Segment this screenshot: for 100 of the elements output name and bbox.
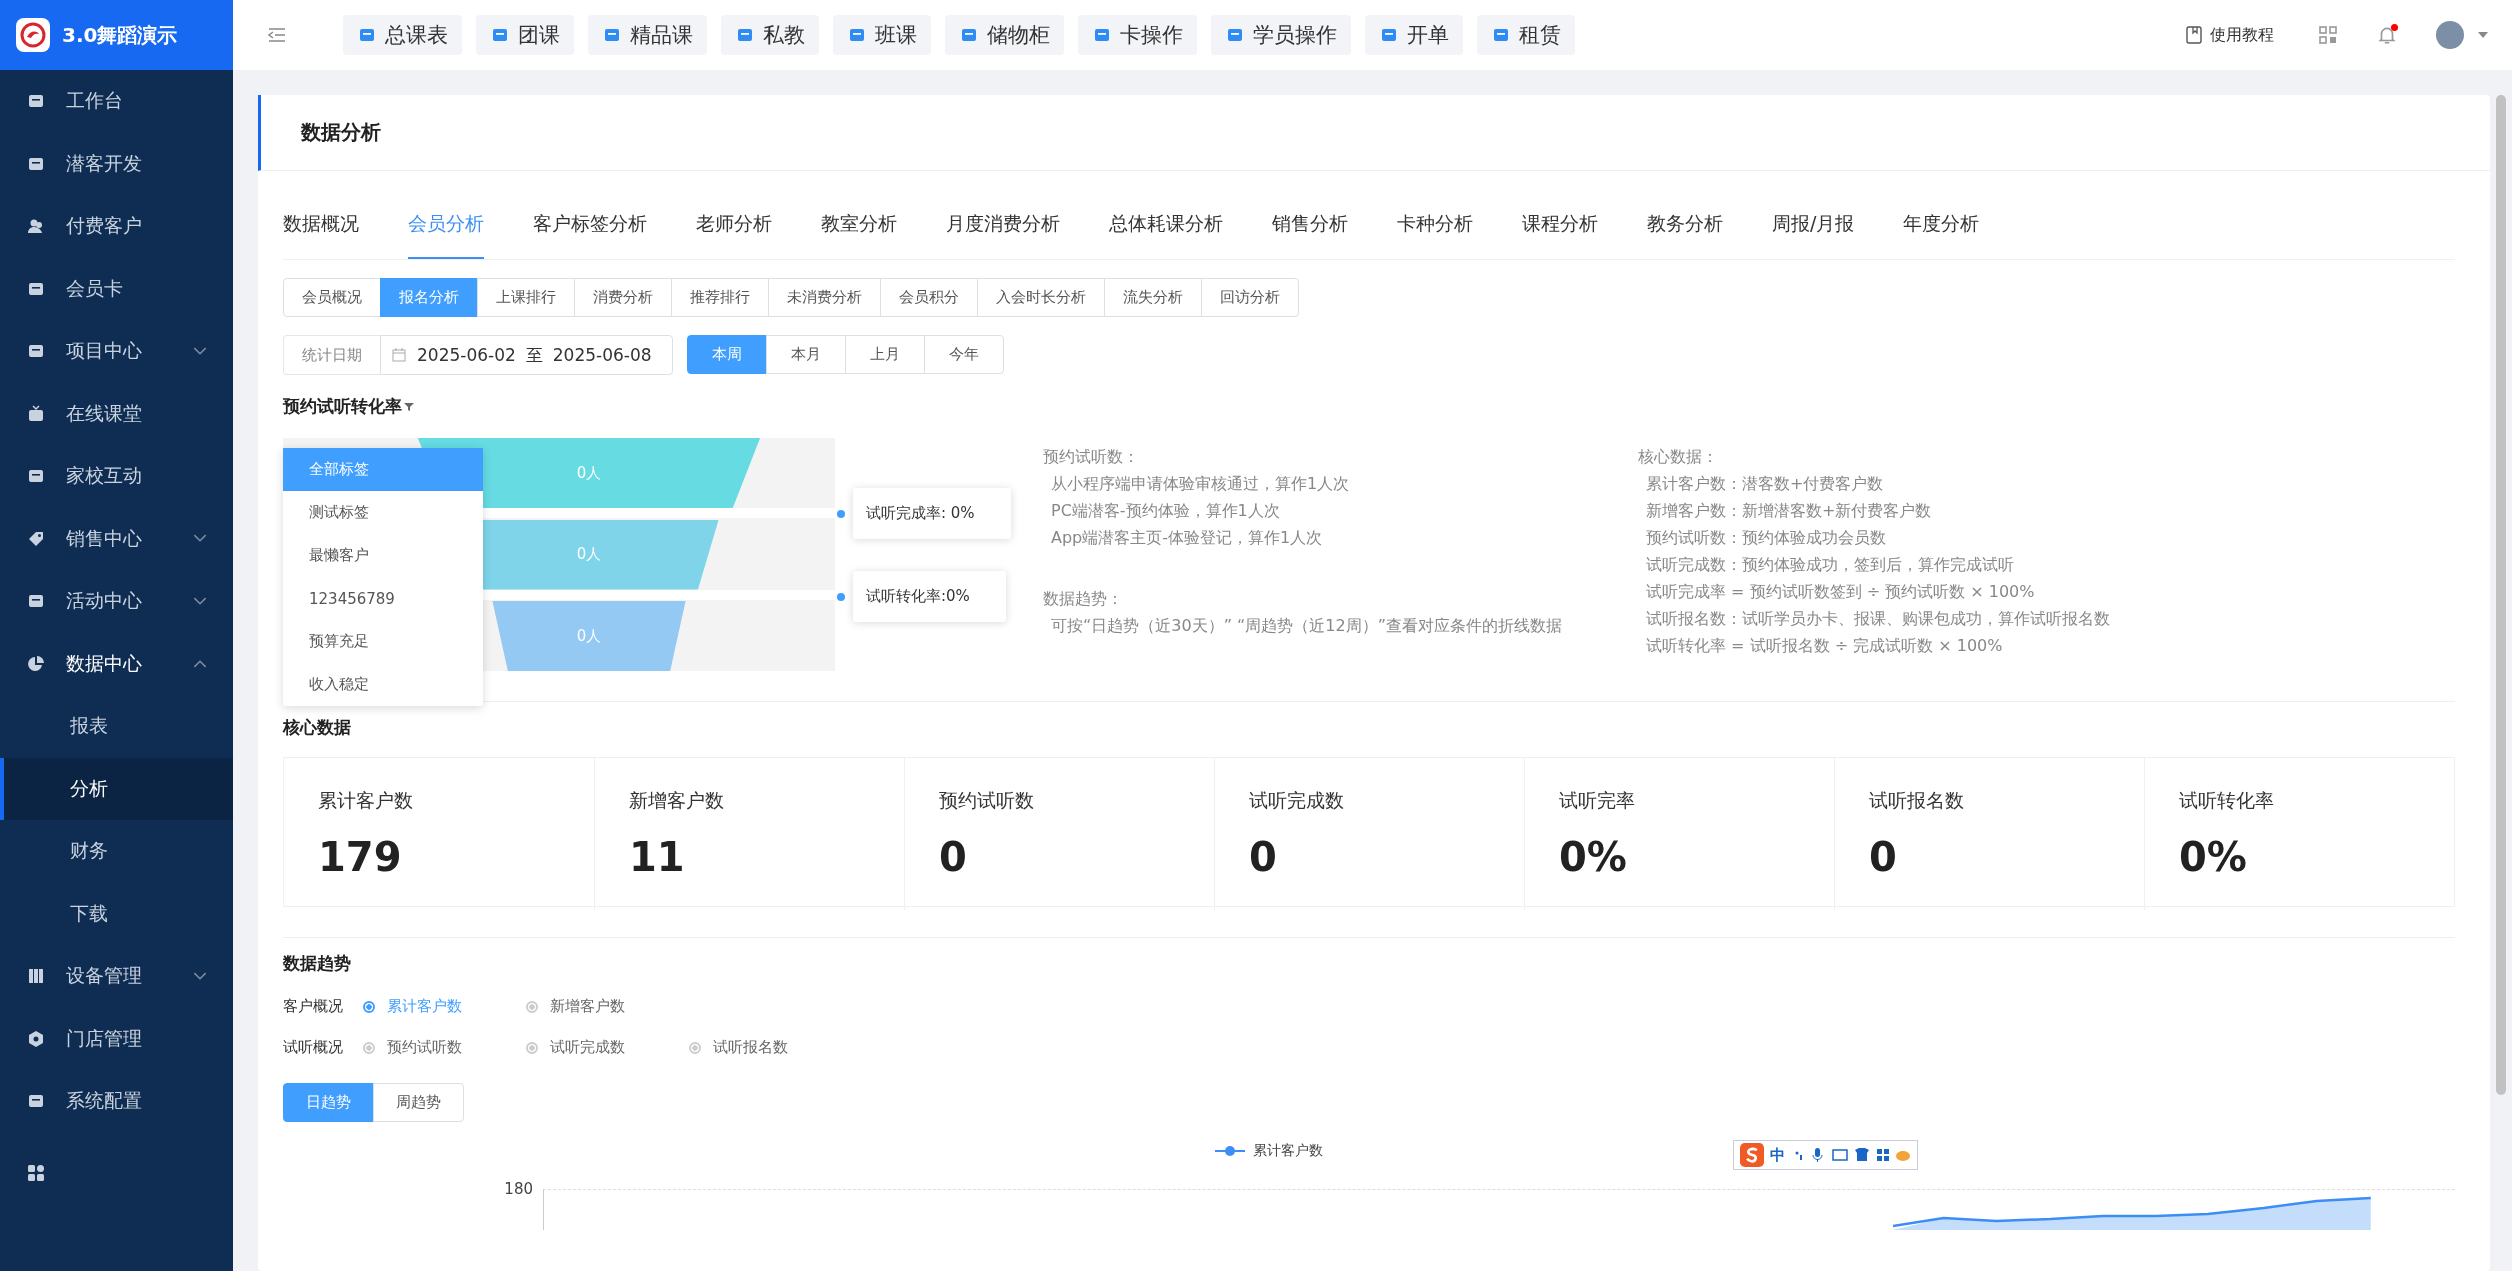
tab[interactable]: 卡种分析 bbox=[1397, 193, 1473, 259]
sidebar-item[interactable]: 潜客开发 bbox=[0, 132, 233, 195]
rate-callout: 试听完成率: 0% bbox=[853, 488, 1011, 539]
toolbar-button[interactable]: 卡操作 bbox=[1078, 15, 1197, 55]
sub-tab[interactable]: 回访分析 bbox=[1201, 278, 1299, 317]
range-button[interactable]: 本月 bbox=[765, 335, 846, 374]
tv-icon bbox=[26, 403, 46, 424]
logo-icon bbox=[16, 18, 50, 52]
sub-tab[interactable]: 上课排行 bbox=[477, 278, 575, 317]
sub-tab[interactable]: 入会时长分析 bbox=[977, 278, 1105, 317]
sub-tab[interactable]: 未消费分析 bbox=[768, 278, 881, 317]
range-button[interactable]: 上月 bbox=[844, 335, 925, 374]
sidebar-subitem[interactable]: 财务 bbox=[0, 820, 233, 883]
toolbar-button[interactable]: 班课 bbox=[833, 15, 931, 55]
sidebar-item[interactable]: 数据中心 bbox=[0, 632, 233, 695]
note-line: 可按“日趋势（近30天）” “周趋势（近12周）”查看对应条件的折线数据 bbox=[1043, 612, 1638, 639]
rate-callout: 试听转化率:0% bbox=[853, 571, 1006, 622]
toolbar-button[interactable]: 精品课 bbox=[588, 15, 707, 55]
toolbar-button[interactable]: 学员操作 bbox=[1211, 15, 1351, 55]
dropdown-option[interactable]: 收入稳定 bbox=[283, 663, 483, 706]
note-heading: 核心数据： bbox=[1638, 446, 1719, 468]
sidebar-item[interactable]: 会员卡 bbox=[0, 257, 233, 320]
sub-tab[interactable]: 会员概况 bbox=[283, 278, 381, 317]
toolbar-button[interactable]: 开单 bbox=[1365, 15, 1463, 55]
sub-tab[interactable]: 流失分析 bbox=[1104, 278, 1202, 317]
qr-code-icon[interactable] bbox=[2318, 25, 2338, 45]
sidebar-subitem[interactable]: 报表 bbox=[0, 695, 233, 758]
stat-label: 试听完成数 bbox=[1249, 788, 1345, 813]
sidebar-subitem[interactable]: 分析 bbox=[0, 757, 233, 820]
sub-tab[interactable]: 推荐排行 bbox=[671, 278, 769, 317]
ime-mode[interactable]: 中 bbox=[1770, 1145, 1785, 1165]
sidebar-item[interactable]: 设备管理 bbox=[0, 945, 233, 1008]
note-line: PC端潜客-预约体验，算作1人次 bbox=[1043, 497, 1638, 524]
tab[interactable]: 销售分析 bbox=[1272, 193, 1348, 259]
note-line: 试听转化率 = 试听报名数 ÷ 完成试听数 × 100% bbox=[1638, 632, 2110, 659]
brand-title: 3.0舞蹈演示 bbox=[62, 21, 178, 49]
sidebar-item[interactable]: 家校互动 bbox=[0, 445, 233, 508]
tab[interactable]: 课程分析 bbox=[1522, 193, 1598, 259]
stat-value: 0 bbox=[939, 834, 968, 880]
toolbar-button[interactable]: 团课 bbox=[476, 15, 574, 55]
tab[interactable]: 年度分析 bbox=[1903, 193, 1980, 259]
radio-option[interactable]: 预约试听数 bbox=[363, 1038, 462, 1057]
pie-chart-icon bbox=[26, 653, 46, 674]
tab[interactable]: 月度消费分析 bbox=[946, 193, 1060, 259]
collapse-menu-icon[interactable] bbox=[267, 27, 287, 43]
filter-icon[interactable] bbox=[404, 401, 414, 412]
sidebar-item[interactable]: 活动中心 bbox=[0, 570, 233, 633]
toolbar-button[interactable]: 私教 bbox=[721, 15, 819, 55]
toolbar-button[interactable]: 租赁 bbox=[1477, 15, 1575, 55]
sidebar-item[interactable]: 系统配置 bbox=[0, 1070, 233, 1133]
tab[interactable]: 教务分析 bbox=[1647, 193, 1723, 259]
date-range-field[interactable]: 2025-06-02 至 2025-06-08 bbox=[380, 335, 673, 375]
apps-icon[interactable] bbox=[26, 1162, 46, 1183]
note-line: 新增客户数：新增潜客数+新付费客户数 bbox=[1638, 497, 2110, 524]
note-line: 试听完成率 = 预约试听数签到 ÷ 预约试听数 × 100% bbox=[1638, 578, 2110, 605]
tab[interactable]: 总体耗课分析 bbox=[1109, 193, 1223, 259]
legend-line-icon bbox=[1215, 1145, 1245, 1157]
radio-option[interactable]: 试听报名数 bbox=[689, 1038, 788, 1057]
date-label: 统计日期 bbox=[283, 335, 380, 375]
sidebar-item[interactable]: 付费客户 bbox=[0, 195, 233, 258]
tutorial-link[interactable]: 使用教程 bbox=[2178, 23, 2280, 47]
sidebar-subitem[interactable]: 下载 bbox=[0, 882, 233, 945]
stat-value: 0% bbox=[1559, 834, 1628, 880]
axis-tick-label: 180 bbox=[503, 1180, 533, 1200]
sidebar-item[interactable]: 门店管理 bbox=[0, 1007, 233, 1070]
sidebar-item[interactable]: 在线课堂 bbox=[0, 382, 233, 445]
sidebar-item[interactable]: 工作台 bbox=[0, 70, 233, 133]
section-title: 核心数据 bbox=[283, 716, 352, 739]
calendar-icon bbox=[391, 347, 407, 363]
avatar[interactable] bbox=[2436, 21, 2464, 49]
caret-icon[interactable] bbox=[2478, 32, 2488, 38]
tab[interactable]: 客户标签分析 bbox=[533, 193, 647, 259]
stat-value: 179 bbox=[318, 834, 403, 880]
dropdown-option[interactable]: 预算充足 bbox=[283, 620, 483, 663]
tab[interactable]: 周报/月报 bbox=[1772, 193, 1855, 259]
radio-option[interactable]: 试听完成数 bbox=[526, 1038, 625, 1057]
note-heading: 数据趋势： bbox=[1043, 588, 1124, 610]
scrollbar[interactable] bbox=[2496, 95, 2506, 1095]
section-title: 数据趋势 bbox=[283, 952, 352, 975]
sidebar-item[interactable]: 项目中心 bbox=[0, 320, 233, 383]
stat-value: 0% bbox=[2179, 834, 2248, 880]
range-button[interactable]: 今年 bbox=[923, 335, 1004, 374]
toolbar-button[interactable]: 总课表 bbox=[343, 15, 462, 55]
funnel-stage: 0人 bbox=[492, 601, 686, 671]
sidebar-item[interactable]: 销售中心 bbox=[0, 507, 233, 570]
sub-tab[interactable]: 消费分析 bbox=[574, 278, 672, 317]
ime-logo-icon bbox=[1740, 1143, 1764, 1167]
stat-label: 试听转化率 bbox=[2179, 788, 2275, 813]
toolbar-button[interactable]: 储物柜 bbox=[945, 15, 1064, 55]
tab[interactable]: 老师分析 bbox=[696, 193, 772, 259]
stat-label: 试听完率 bbox=[1559, 788, 1636, 813]
tab[interactable]: 教室分析 bbox=[821, 193, 897, 259]
tab[interactable]: 数据概况 bbox=[283, 193, 359, 259]
radio-group-label: 客户概况 bbox=[283, 997, 343, 1016]
stat-label: 试听报名数 bbox=[1869, 788, 1965, 813]
stat-value: 0 bbox=[1869, 834, 1898, 880]
sub-tab[interactable]: 会员积分 bbox=[880, 278, 978, 317]
trend-mode-button[interactable]: 周趋势 bbox=[373, 1083, 464, 1122]
radio-option[interactable]: 新增客户数 bbox=[526, 997, 625, 1016]
stat-label: 新增客户数 bbox=[629, 788, 725, 813]
